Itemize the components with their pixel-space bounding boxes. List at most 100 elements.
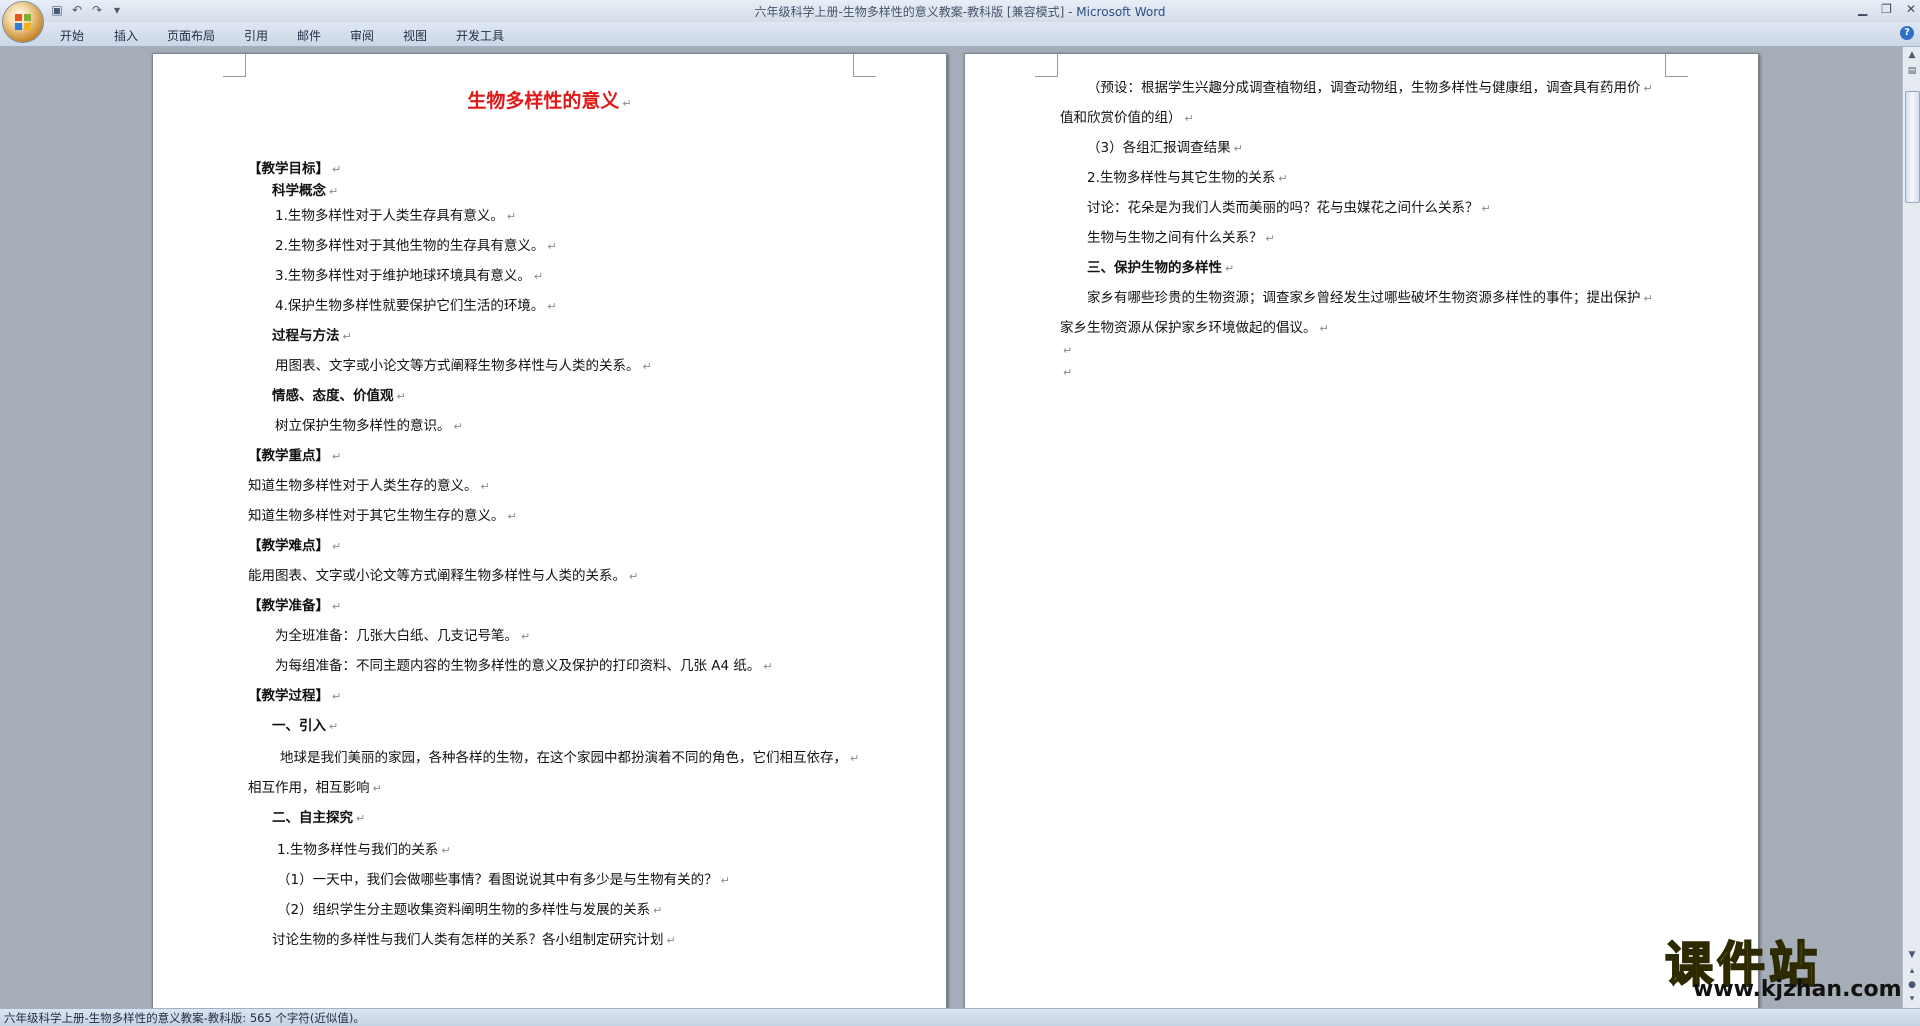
paragraph-mark: ↵ xyxy=(342,330,352,343)
scroll-up-icon[interactable]: ▲ xyxy=(1906,49,1918,61)
next-page-icon[interactable]: ▾ xyxy=(1906,993,1918,1005)
paragraph-mark: ↵ xyxy=(332,450,342,463)
tab-insert[interactable]: 插入 xyxy=(114,27,138,44)
paragraph-mark: ↵ xyxy=(332,540,342,553)
line-text: 【教学过程】 xyxy=(248,688,329,704)
document-heading-line: 【教学难点】 ↵ xyxy=(248,534,341,554)
tab-review[interactable]: 审阅 xyxy=(350,27,374,44)
line-text: 1.生物多样性与我们的关系 xyxy=(277,842,439,858)
document-heading-line: 一、引入 ↵ xyxy=(272,714,338,734)
paragraph-mark: ↵ xyxy=(329,185,339,198)
document-text-line: 生物与生物之间有什么关系？ ↵ xyxy=(1087,226,1275,246)
line-text: 4.保护生物多样性就要保护它们生活的环境。 xyxy=(275,298,545,314)
restore-icon[interactable]: ❐ xyxy=(1881,2,1892,16)
document-page-1[interactable]: 生物多样性的意义 ↵ 【教学目标】 ↵ 科学概念 ↵ 1.生物多样性对于人类生存具有意义。… xyxy=(152,53,947,1008)
window-controls: ▁ ❐ ✕ xyxy=(1858,2,1916,16)
paragraph-mark: ↵ xyxy=(1233,142,1243,155)
help-icon[interactable]: ? xyxy=(1900,26,1914,40)
paragraph-mark: ↵ xyxy=(507,510,517,523)
previous-page-icon[interactable]: ▴ xyxy=(1906,965,1918,977)
paragraph-mark: ↵ xyxy=(453,420,463,433)
document-heading-line: 过程与方法 ↵ xyxy=(272,324,352,344)
document-title: 生物多样性的意义 ↵ xyxy=(467,90,632,112)
margin-corner-mark xyxy=(223,54,246,77)
line-text: 2.生物多样性与其它生物的关系 xyxy=(1087,170,1276,186)
paragraph-mark: ↵ xyxy=(356,812,366,825)
title-bar: ▣ ↶ ↷ ▾ 六年级科学上册-生物多样性的意义教案-教科版 [兼容模式] - … xyxy=(0,0,1920,23)
paragraph-mark: ↵ xyxy=(396,390,406,403)
document-text-line: 知道生物多样性对于人类生存的意义。 ↵ xyxy=(248,474,490,494)
document-heading-line: 科学概念 ↵ xyxy=(272,179,338,199)
document-text-line: 相互作用，相互影响 ↵ xyxy=(248,776,382,796)
ruler-toggle-icon[interactable]: ▤ xyxy=(1906,65,1918,77)
ribbon-tabs: 开始 插入 页面布局 引用 邮件 审阅 视图 开发工具 ? xyxy=(0,22,1920,47)
select-browse-object-icon[interactable]: ● xyxy=(1906,979,1918,991)
line-text: 1.生物多样性对于人类生存具有意义。 xyxy=(275,208,504,224)
line-text: 【教学难点】 xyxy=(248,538,329,554)
line-text: 生物与生物之间有什么关系？ xyxy=(1087,230,1263,246)
paragraph-mark: ↵ xyxy=(629,570,639,583)
document-text-line: 值和欣赏价值的组） ↵ xyxy=(1060,106,1194,126)
paragraph-mark: ↵ xyxy=(1063,366,1073,379)
document-heading-line: 情感、态度、价值观 ↵ xyxy=(272,384,406,404)
document-text-line: 用图表、文字或小论文等方式阐释生物多样性与人类的关系。 ↵ xyxy=(275,354,652,374)
tab-view[interactable]: 视图 xyxy=(403,27,427,44)
document-text-line: 家乡有哪些珍贵的生物资源；调查家乡曾经发生过哪些破坏生物资源多样性的事件；提出保… xyxy=(1087,286,1653,306)
line-text: 讨论生物的多样性与我们人类有怎样的关系？各小组制定研究计划 xyxy=(272,932,664,948)
scroll-thumb[interactable] xyxy=(1905,91,1920,203)
vertical-scrollbar[interactable]: ▲ ▤ ▼ ▴ ● ▾ xyxy=(1902,47,1920,1008)
document-text-line: 3.生物多样性对于维护地球环境具有意义。 ↵ xyxy=(275,264,543,284)
line-text: 地球是我们美丽的家园，各种各样的生物，在这个家园中都扮演着不同的角色，它们相互依… xyxy=(280,750,847,766)
tab-references[interactable]: 引用 xyxy=(244,27,268,44)
margin-corner-mark xyxy=(853,54,876,77)
site-watermark-logo: 课件站 www.kjzhan.com xyxy=(1664,925,1902,1005)
document-text-line: 2.生物多样性对于其他生物的生存具有意义。 ↵ xyxy=(275,234,557,254)
paragraph-mark: ↵ xyxy=(480,480,490,493)
document-text-line: 为全班准备：几张大白纸、几支记号笔。 ↵ xyxy=(275,624,530,644)
tab-home[interactable]: 开始 xyxy=(60,27,84,44)
paragraph-mark: ↵ xyxy=(521,630,531,643)
office-button[interactable] xyxy=(3,2,43,42)
document-text-line: （2）组织学生分主题收集资料阐明生物的多样性与发展的关系 ↵ xyxy=(277,898,662,918)
paragraph-mark: ↵ xyxy=(1319,322,1329,335)
close-icon[interactable]: ✕ xyxy=(1906,2,1916,16)
paragraph-mark: ↵ xyxy=(666,934,676,947)
paragraph-mark: ↵ xyxy=(642,360,652,373)
line-text: 一、引入 xyxy=(272,718,326,734)
tab-page-layout[interactable]: 页面布局 xyxy=(167,27,215,44)
tab-developer[interactable]: 开发工具 xyxy=(456,27,504,44)
document-text-line: 1.生物多样性与我们的关系 ↵ xyxy=(277,838,451,858)
paragraph-mark: ↵ xyxy=(441,844,451,857)
tab-mailings[interactable]: 邮件 xyxy=(297,27,321,44)
line-text: 【教学准备】 xyxy=(248,598,329,614)
line-text: 知道生物多样性对于人类生存的意义。 xyxy=(248,478,478,494)
status-bar: 六年级科学上册-生物多样性的意义教案-教科版: 565 个字符(近似值)。 xyxy=(0,1008,1920,1026)
margin-corner-mark xyxy=(1665,54,1688,77)
paragraph-mark: ↵ xyxy=(332,600,342,613)
paragraph-mark: ↵ xyxy=(1643,82,1653,95)
document-text-line: 地球是我们美丽的家园，各种各样的生物，在这个家园中都扮演着不同的角色，它们相互依… xyxy=(280,746,859,766)
document-text-line: （3）各组汇报调查结果 ↵ xyxy=(1087,136,1243,156)
paragraph-mark: ↵ xyxy=(332,163,342,176)
line-text: 知道生物多样性对于其它生物生存的意义。 xyxy=(248,508,505,524)
watermark-url: www.kjzhan.com xyxy=(1693,977,1902,1002)
document-text-line: 家乡生物资源从保护家乡环境做起的倡议。 ↵ xyxy=(1060,316,1329,336)
paragraph-mark: ↵ xyxy=(653,904,663,917)
paragraph-mark: ↵ xyxy=(1278,172,1288,185)
paragraph-mark: ↵ xyxy=(547,240,557,253)
document-page-2[interactable]: （预设：根据学生兴趣分成调查植物组，调查动物组，生物多样性与健康组，调查具有药用… xyxy=(964,53,1759,1008)
paragraph-mark: ↵ xyxy=(1643,292,1653,305)
document-text-line: 讨论：花朵是为我们人类而美丽的吗？花与虫媒花之间什么关系？ ↵ xyxy=(1087,196,1491,216)
paragraph-mark: ↵ xyxy=(547,300,557,313)
paragraph-mark: ↵ xyxy=(1063,344,1073,357)
line-text: 值和欣赏价值的组） xyxy=(1060,110,1182,126)
document-text-line: ↵ xyxy=(1060,364,1072,380)
line-text: （预设：根据学生兴趣分成调查植物组，调查动物组，生物多样性与健康组，调查具有药用… xyxy=(1087,80,1641,96)
minimize-icon[interactable]: ▁ xyxy=(1858,2,1867,16)
line-text: 【教学目标】 xyxy=(248,161,329,177)
line-text: 家乡生物资源从保护家乡环境做起的倡议。 xyxy=(1060,320,1317,336)
document-text-line: ↵ xyxy=(1060,342,1072,358)
line-text: 3.生物多样性对于维护地球环境具有意义。 xyxy=(275,268,531,284)
document-heading-line: 【教学重点】 ↵ xyxy=(248,444,341,464)
scroll-down-icon[interactable]: ▼ xyxy=(1906,949,1918,961)
